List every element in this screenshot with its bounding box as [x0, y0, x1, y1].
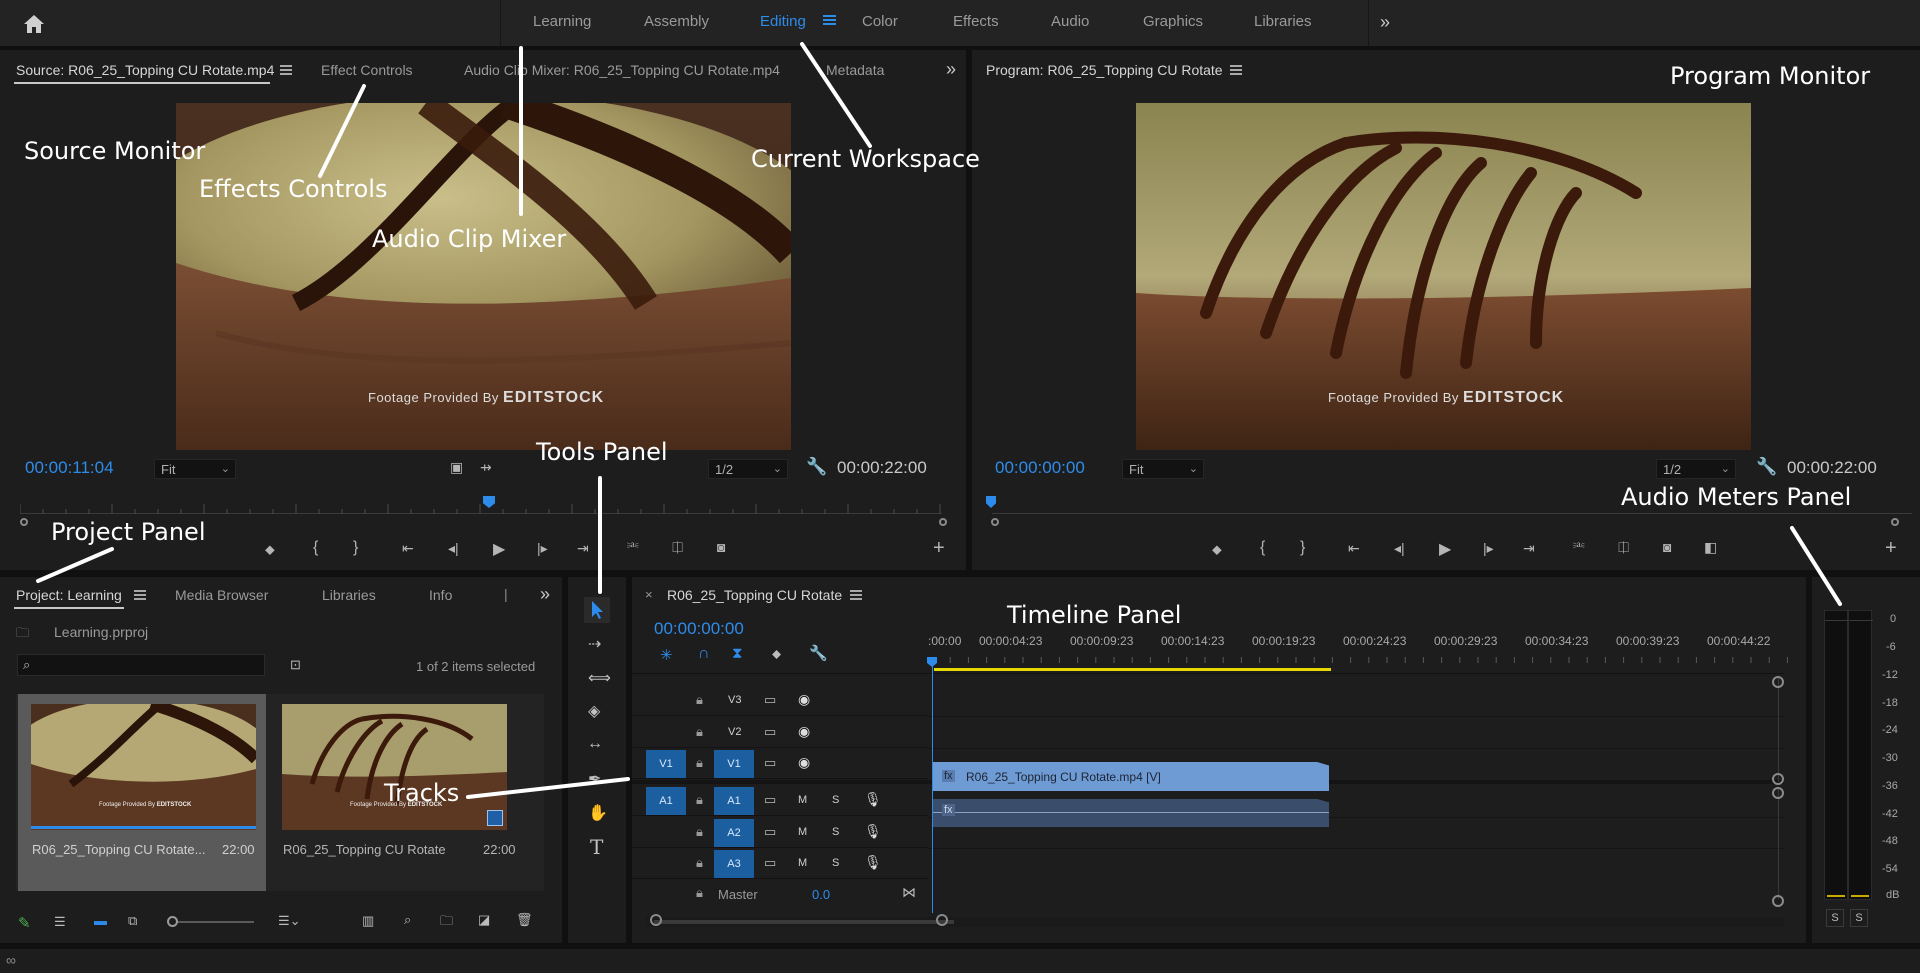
annotation-source-monitor: Source Monitor — [24, 137, 206, 165]
annotation-project-panel: Project Panel — [51, 518, 206, 546]
annotation-current-workspace: Current Workspace — [751, 145, 980, 173]
annotation-audio-clip-mixer: Audio Clip Mixer — [372, 225, 567, 253]
annotation-audio-meters-panel: Audio Meters Panel — [1621, 483, 1852, 511]
annotation-effects-controls: Effects Controls — [199, 175, 388, 203]
annotation-timeline-panel: Timeline Panel — [1007, 601, 1182, 629]
annotation-tools-panel: Tools Panel — [536, 438, 668, 466]
annotation-program-monitor: Program Monitor — [1670, 62, 1871, 90]
premiere-window: Learning Assembly Editing Color Effects … — [0, 0, 1920, 973]
annotation-tracks: Tracks — [384, 779, 460, 807]
